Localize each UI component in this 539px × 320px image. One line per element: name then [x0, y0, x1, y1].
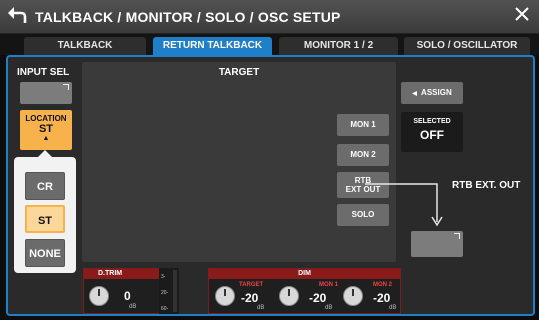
- location-value: ST: [38, 123, 54, 135]
- tab-return-talkback[interactable]: RETURN TALKBACK: [153, 37, 272, 55]
- location-button[interactable]: LOCATION ST ▲: [20, 110, 72, 150]
- back-arrow-icon[interactable]: [6, 4, 28, 26]
- dim-mon1-value: -20: [309, 291, 327, 305]
- target-title: TARGET: [218, 67, 260, 78]
- popup-indicator-icon: [454, 233, 460, 239]
- input-sel-button[interactable]: [20, 82, 72, 104]
- dim-panel: DIM TARGET -20 dB MON 1 -20 dB MON 2 -20…: [208, 268, 401, 314]
- location-label: LOCATION: [25, 114, 67, 123]
- dtrim-unit: dB: [129, 304, 137, 310]
- target-mon1-button[interactable]: MON 1: [337, 114, 389, 136]
- rtb-ext-out-select-button[interactable]: [411, 231, 463, 257]
- dtrim-value: 0: [124, 289, 131, 303]
- tab-solo-oscillator[interactable]: SOLO / OSCILLATOR: [404, 37, 530, 55]
- option-cr[interactable]: CR: [25, 172, 65, 200]
- dim-target-label: TARGET: [239, 282, 264, 288]
- option-st[interactable]: ST: [25, 205, 65, 233]
- level-meter: 3- 20- 60-: [159, 268, 179, 314]
- tab-bar: TALKBACK RETURN TALKBACK MONITOR 1 / 2 S…: [0, 34, 539, 55]
- target-mon2-button[interactable]: MON 2: [337, 144, 389, 166]
- target-panel: TARGET MON 1 MON 2 RTB EXT OUT SOLO: [82, 62, 396, 262]
- assign-label: ASSIGN: [421, 88, 452, 97]
- route-arrow-icon: [365, 183, 443, 227]
- meter-bar: [173, 270, 177, 312]
- dtrim-panel: D.TRIM 0 dB: [83, 268, 160, 314]
- target-mon1-label: MON 1: [350, 120, 376, 129]
- target-mon2-label: MON 2: [350, 150, 376, 159]
- dim-mon1-label: MON 1: [319, 282, 339, 288]
- dim-mon2-label: MON 2: [373, 282, 393, 288]
- location-popup: CR ST NONE: [14, 150, 76, 273]
- rtb-ext-out-title: RTB EXT. OUT: [452, 180, 521, 191]
- dim-mon2-knob[interactable]: [343, 286, 363, 306]
- selected-value: OFF: [420, 128, 444, 142]
- meter-mark: 60-: [161, 306, 169, 312]
- assign-button[interactable]: ◀ ASSIGN: [401, 82, 463, 104]
- window-title: TALKBACK / MONITOR / SOLO / OSC SETUP: [35, 9, 341, 25]
- popup-indicator-icon: [63, 84, 69, 90]
- input-sel-title: INPUT SEL: [17, 67, 70, 78]
- dim-label: DIM: [209, 269, 400, 279]
- dim-mon2-unit: dB: [389, 305, 397, 311]
- tab-monitor-1-2[interactable]: MONITOR 1 / 2: [279, 37, 398, 55]
- triangle-left-icon: ◀: [412, 91, 417, 97]
- dim-mon1-unit: dB: [325, 305, 333, 311]
- dim-mon1-knob[interactable]: [279, 286, 299, 306]
- dtrim-label: D.TRIM: [84, 269, 159, 279]
- dim-mon2-value: -20: [373, 291, 391, 305]
- close-icon[interactable]: [513, 5, 531, 23]
- title-bar: TALKBACK / MONITOR / SOLO / OSC SETUP: [0, 0, 539, 34]
- dim-target-unit: dB: [257, 305, 265, 311]
- selected-label: SELECTED: [413, 118, 451, 125]
- meter-mark: 3-: [161, 274, 166, 280]
- dim-target-value: -20: [241, 291, 259, 305]
- meter-mark: 20-: [161, 290, 169, 296]
- triangle-up-icon: ▲: [42, 135, 50, 142]
- dim-target-knob[interactable]: [215, 286, 235, 306]
- selected-display: SELECTED OFF: [401, 112, 463, 152]
- tab-talkback[interactable]: TALKBACK: [24, 37, 146, 55]
- option-none[interactable]: NONE: [25, 239, 65, 267]
- dtrim-knob[interactable]: [89, 286, 109, 306]
